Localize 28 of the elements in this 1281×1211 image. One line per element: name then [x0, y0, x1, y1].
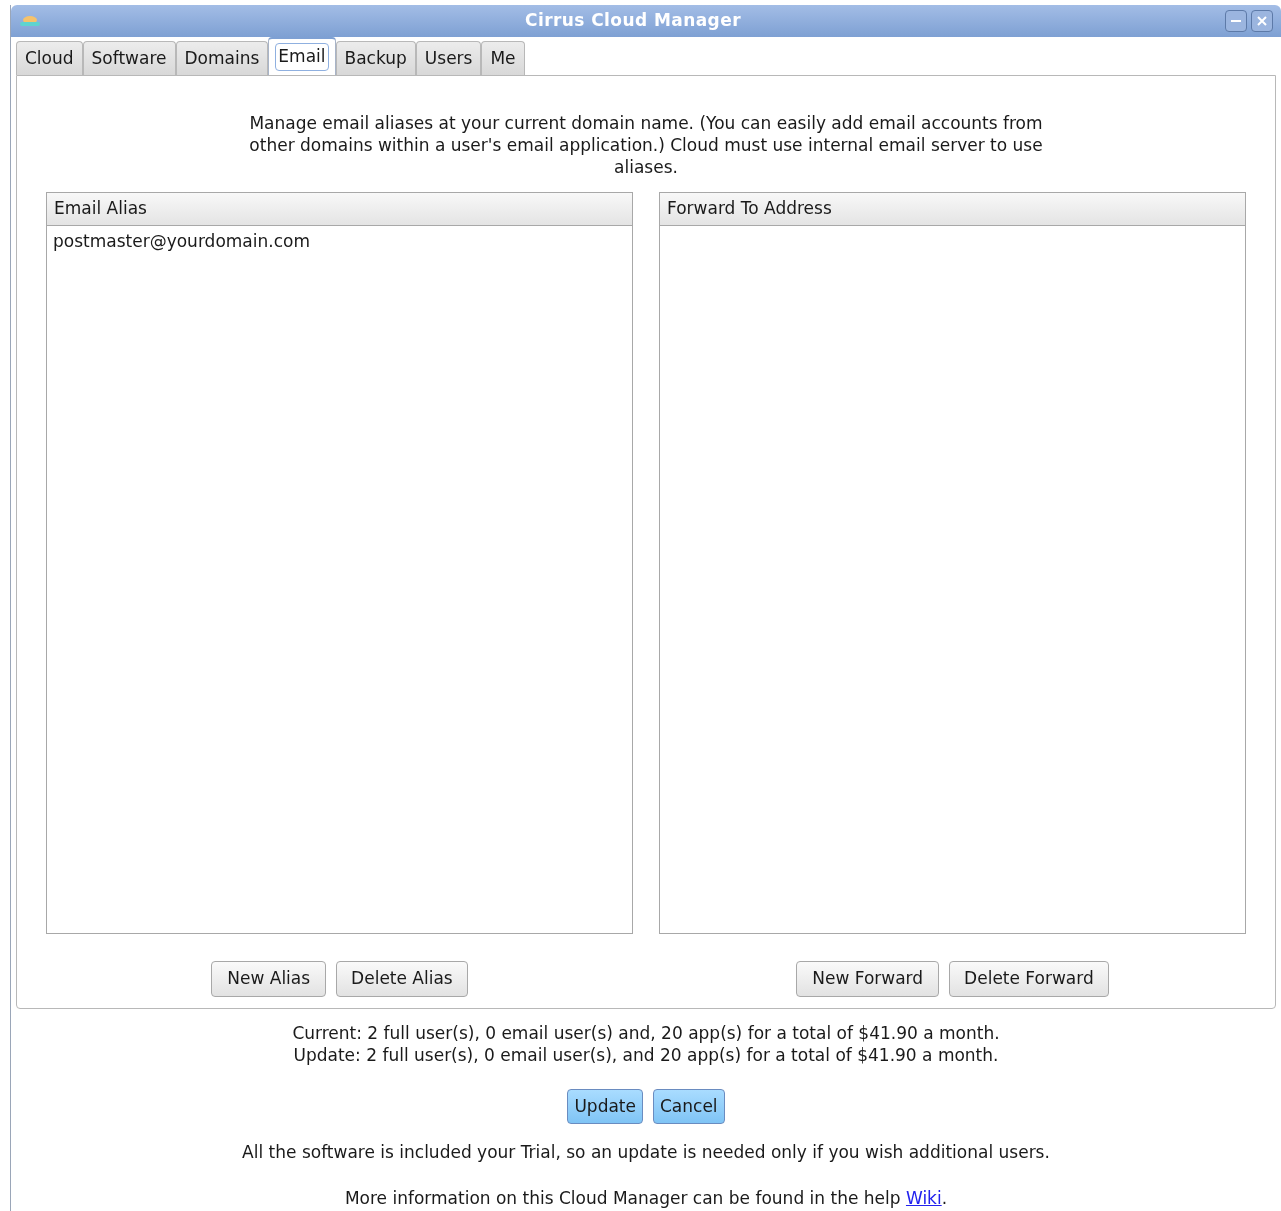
- list-item[interactable]: postmaster@yourdomain.com: [47, 226, 632, 258]
- column-header: Email Alias: [47, 193, 632, 226]
- list-action-button[interactable]: Delete Forward: [949, 961, 1109, 997]
- summary-text: Update: 2 full user(s), 0 email user(s), and 20 app(s) for a total of $41.90 a month.: [293, 1044, 999, 1066]
- cloud-logo-icon: [19, 15, 41, 27]
- tab[interactable]: Domains: [175, 41, 269, 75]
- close-button[interactable]: [1251, 10, 1273, 32]
- tab[interactable]: Cloud: [16, 41, 83, 75]
- close-icon: [1257, 16, 1267, 26]
- list-action-button[interactable]: Delete Alias: [336, 961, 468, 997]
- description-text: Manage email aliases at your current domain name. (You can easily add email accounts from other domains within a user's email application.) Cloud must use internal email server to use aliases.: [248, 112, 1044, 178]
- list-action-button[interactable]: New Alias: [211, 961, 327, 997]
- tab[interactable]: Backup: [335, 41, 416, 75]
- tab[interactable]: Users: [415, 41, 482, 75]
- column-header: Forward To Address: [660, 193, 1245, 226]
- action-button[interactable]: Cancel: [653, 1089, 725, 1124]
- tab[interactable]: Me: [481, 41, 525, 75]
- summary-text: Current: 2 full user(s), 0 email user(s) and, 20 app(s) for a total of $41.90 a month.: [292, 1022, 1000, 1044]
- minimize-icon: [1231, 19, 1241, 23]
- action-button[interactable]: Update: [567, 1089, 643, 1124]
- minimize-button[interactable]: [1225, 10, 1247, 32]
- list-action-button[interactable]: New Forward: [796, 961, 940, 997]
- window-title: Cirrus Cloud Manager: [524, 9, 742, 33]
- tab[interactable]: Software: [82, 41, 176, 75]
- note-text: All the software is included your Trial, so an update is needed only if you wish additional users.: [242, 1141, 1050, 1164]
- tab[interactable]: Email: [268, 37, 336, 75]
- wiki-link[interactable]: Wiki: [905, 1187, 942, 1208]
- help-text: More information on this Cloud Manager can be found in the help Wiki.: [344, 1186, 948, 1210]
